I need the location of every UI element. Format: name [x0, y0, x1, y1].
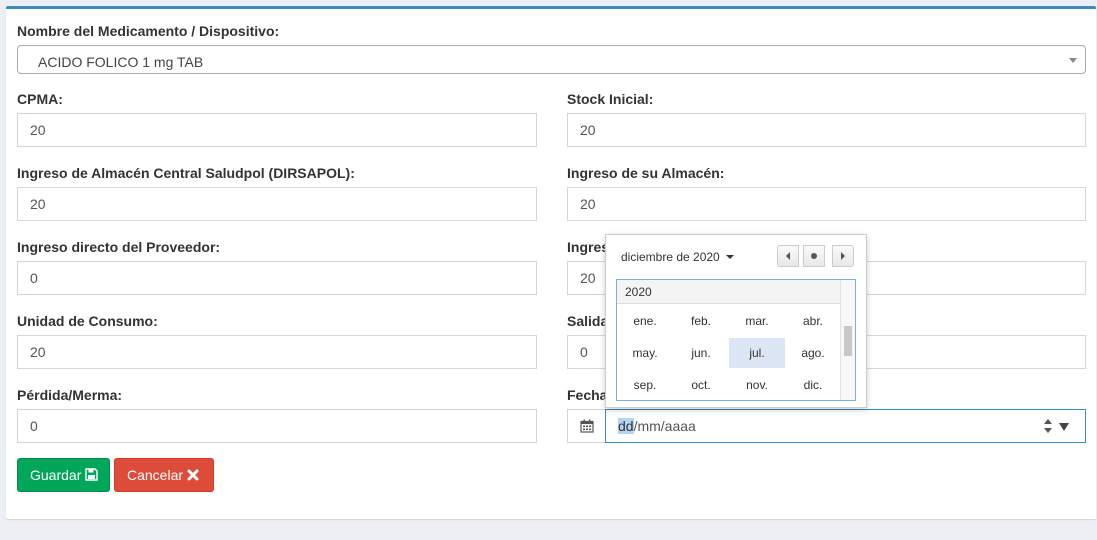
date-day-segment[interactable]: dd: [618, 418, 634, 434]
chevron-left-icon: [786, 252, 790, 260]
stock-input[interactable]: 20: [567, 113, 1086, 147]
salida-label: Salida: [567, 313, 609, 329]
month-cell[interactable]: sep.: [617, 370, 673, 400]
ingreso-otro-label: Ingres: [567, 239, 610, 255]
close-icon: [187, 469, 199, 481]
cpma-input[interactable]: 20: [17, 113, 537, 147]
today-button[interactable]: [803, 245, 825, 267]
cancel-button-label: Cancelar: [127, 467, 184, 483]
ingreso-proveedor-input[interactable]: 0: [17, 261, 537, 295]
cpma-label: CPMA:: [17, 91, 63, 107]
floppy-disk-icon: [85, 468, 98, 481]
calendar-dropdown-icon[interactable]: [1059, 423, 1069, 431]
month-grid: 2020 ene. feb. mar. abr. may. jun. jul. …: [616, 279, 856, 401]
ingreso-almacen-label: Ingreso de su Almacén:: [567, 165, 725, 181]
month-cell-selected[interactable]: jul.: [729, 338, 785, 368]
month-cell[interactable]: oct.: [673, 370, 729, 400]
medication-select[interactable]: ACIDO FOLICO 1 mg TAB: [17, 45, 1086, 74]
datepicker-title-text: diciembre de 2020: [621, 250, 720, 264]
spin-up-icon: [1044, 419, 1052, 424]
fecha-date-input[interactable]: dd/mm/aaaa: [605, 409, 1086, 443]
save-button-label: Guardar: [30, 467, 82, 483]
chevron-right-icon: [841, 252, 845, 260]
month-cell[interactable]: mar.: [729, 306, 785, 336]
year-header: 2020: [617, 280, 841, 304]
unidad-label: Unidad de Consumo:: [17, 313, 158, 329]
month-cell[interactable]: may.: [617, 338, 673, 368]
next-month-button[interactable]: [832, 245, 854, 267]
fecha-label: Fecha: [567, 387, 608, 403]
medication-select-value: ACIDO FOLICO 1 mg TAB: [38, 54, 204, 70]
month-cell[interactable]: feb.: [673, 306, 729, 336]
ingreso-proveedor-label: Ingreso directo del Proveedor:: [17, 239, 221, 255]
month-cell[interactable]: jun.: [673, 338, 729, 368]
datepicker-title[interactable]: diciembre de 2020: [621, 250, 734, 264]
ingreso-central-input[interactable]: 20: [17, 187, 537, 221]
scrollbar-thumb[interactable]: [844, 326, 852, 356]
ingreso-almacen-input[interactable]: 20: [567, 187, 1086, 221]
month-grid-scrollbar[interactable]: [840, 280, 855, 400]
month-cell[interactable]: nov.: [729, 370, 785, 400]
unidad-input[interactable]: 20: [17, 335, 537, 369]
med-label: Nombre del Medicamento / Dispositivo:: [17, 23, 280, 39]
dot-icon: [811, 253, 817, 259]
perdida-input[interactable]: 0: [17, 409, 537, 443]
caret-down-icon: [725, 255, 734, 259]
chevron-down-icon: [1069, 58, 1077, 63]
spin-down-icon: [1044, 428, 1052, 433]
calendar-icon: [580, 419, 594, 433]
date-spinner[interactable]: [1043, 419, 1053, 435]
stock-label: Stock Inicial:: [567, 91, 654, 107]
date-rest-segments[interactable]: /mm/aaaa: [634, 418, 696, 434]
perdida-label: Pérdida/Merma:: [17, 387, 123, 403]
prev-month-button[interactable]: [777, 245, 799, 267]
month-cell[interactable]: ago.: [785, 338, 841, 368]
save-button[interactable]: Guardar: [17, 458, 110, 492]
month-cell[interactable]: dic.: [785, 370, 841, 400]
datepicker-popup: diciembre de 2020 2020 ene. feb. mar. ab…: [605, 234, 867, 408]
ingreso-central-label: Ingreso de Almacén Central Saludpol (DIR…: [17, 165, 355, 181]
cancel-button[interactable]: Cancelar: [114, 458, 214, 492]
month-cell[interactable]: abr.: [785, 306, 841, 336]
month-cell[interactable]: ene.: [617, 306, 673, 336]
calendar-addon[interactable]: [567, 409, 606, 443]
